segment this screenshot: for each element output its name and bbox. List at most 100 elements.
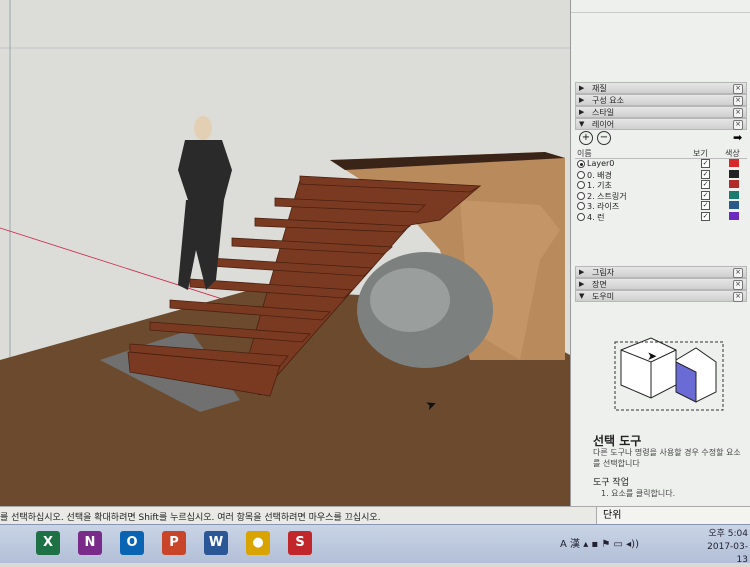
panel-close-icon[interactable]: × — [733, 96, 743, 106]
instructor-ops-title: 도구 작업 — [593, 478, 629, 488]
outlook-icon[interactable]: O — [120, 531, 144, 555]
panel-materials[interactable]: ▶ 재질 × — [575, 82, 747, 94]
word-icon[interactable]: W — [204, 531, 228, 555]
model-viewport[interactable]: ➤ — [0, 0, 570, 506]
layer-row[interactable]: 2. 스트링거 ✓ — [575, 190, 747, 202]
panel-close-icon[interactable]: × — [733, 108, 743, 118]
stair-model-scene — [0, 0, 570, 506]
svg-text:➤: ➤ — [647, 349, 657, 363]
clock[interactable]: 오후 5:04 2017-03-13 — [700, 528, 748, 567]
layer-row[interactable]: 4. 런 ✓ — [575, 211, 747, 223]
col-color[interactable]: 색상 — [725, 148, 740, 159]
app-glyph: O — [126, 535, 138, 550]
layer-color-swatch[interactable] — [729, 180, 739, 188]
layer-row[interactable]: 1. 기초 ✓ — [575, 180, 747, 191]
system-tray: A 漢 ▴ ▪ ⚑ ▭ ◂)) — [560, 535, 639, 550]
panel-shadows[interactable]: ▶ 그림자 × — [575, 266, 747, 278]
layer-row[interactable]: 0. 배경 ✓ — [575, 169, 747, 181]
layer-visible-checkbox[interactable]: ✓ — [701, 180, 710, 189]
app-glyph: X — [42, 535, 54, 550]
layer-visible-checkbox[interactable]: ✓ — [701, 211, 710, 221]
collapse-triangle-icon: ▶ — [579, 96, 585, 104]
panel-label: 스타일 — [592, 108, 615, 117]
status-text: 를 선택하십시오. 선택을 확대하려면 Shift를 누르십시오. 여러 항목을… — [0, 513, 381, 523]
col-name[interactable]: 이름 — [577, 148, 592, 159]
instructor-description: 다른 도구나 명령을 사용할 경우 수정할 요소를 선택합니다 — [593, 448, 741, 468]
collapse-triangle-icon: ▶ — [579, 268, 585, 276]
panel-scenes[interactable]: ▶ 장면 × — [575, 278, 747, 290]
app-glyph: S — [295, 535, 305, 550]
panel-label: 구성 요소 — [592, 96, 624, 105]
layer-name[interactable]: 0. 배경 — [587, 170, 612, 181]
active-layer-radio[interactable] — [577, 191, 585, 200]
layer-name[interactable]: Layer0 — [587, 159, 614, 168]
active-layer-radio[interactable] — [577, 181, 585, 189]
layer-name[interactable]: 1. 기초 — [587, 180, 612, 191]
layers-toolbar: + − ➡ — [577, 131, 747, 145]
add-layer-icon[interactable]: + — [579, 131, 593, 145]
chrome-icon[interactable]: ● — [246, 531, 270, 555]
collapse-triangle-icon: ▶ — [579, 280, 585, 288]
measurements-box[interactable]: 단위 — [596, 507, 750, 525]
active-layer-radio[interactable] — [577, 160, 585, 168]
clock-time: 오후 5:04 — [708, 529, 748, 539]
taskbar: X N O P W ● S A 漢 ▴ ▪ ⚑ ▭ ◂)) 오후 5:04 2017-03-… — [0, 524, 750, 565]
excel-icon[interactable]: X — [36, 531, 60, 555]
panel-layers[interactable]: ▼ 레이어 × — [575, 118, 747, 130]
active-layer-radio[interactable] — [577, 170, 585, 179]
layer-row[interactable]: Layer0 ✓ — [575, 159, 747, 170]
panel-close-icon[interactable]: × — [733, 120, 743, 130]
collapse-triangle-icon: ▶ — [579, 84, 585, 92]
panel-close-icon[interactable]: × — [733, 292, 743, 302]
tray-header — [571, 0, 750, 13]
panel-close-icon[interactable]: × — [733, 84, 743, 94]
layer-color-swatch[interactable] — [729, 211, 739, 220]
layer-visible-checkbox[interactable]: ✓ — [701, 190, 710, 200]
layer-name[interactable]: 2. 스트링거 — [587, 191, 627, 202]
expand-triangle-icon: ▼ — [579, 120, 585, 128]
panel-label: 레이어 — [592, 120, 615, 129]
onenote-icon[interactable]: N — [78, 531, 102, 555]
layers-header: 이름 보기 색상 — [575, 148, 747, 159]
app-glyph: W — [208, 535, 224, 550]
col-visible[interactable]: 보기 — [693, 148, 708, 159]
layer-visible-checkbox[interactable]: ✓ — [701, 201, 710, 210]
app-glyph: P — [169, 535, 179, 550]
panel-label: 재질 — [592, 84, 607, 93]
layers-list: Layer0 ✓ 0. 배경 ✓ 1. 기초 ✓ 2. 스트링거 ✓ 3. 라이즈 ✓ 4. 런 ✓ — [575, 159, 747, 222]
panel-label: 그림자 — [592, 268, 615, 277]
layer-color-swatch[interactable] — [729, 159, 739, 167]
panel-label: 도우미 — [592, 292, 615, 301]
layer-color-swatch[interactable] — [729, 190, 739, 199]
layer-name[interactable]: 3. 라이즈 — [587, 201, 619, 212]
panel-close-icon[interactable]: × — [733, 268, 743, 278]
expand-triangle-icon: ▼ — [579, 292, 585, 300]
layer-visible-checkbox[interactable]: ✓ — [701, 169, 710, 179]
app-glyph: ● — [252, 535, 264, 550]
ime-indicator[interactable]: A 漢 — [560, 539, 580, 550]
sketchup-icon[interactable]: S — [288, 531, 312, 555]
active-layer-radio[interactable] — [577, 202, 585, 210]
panel-label: 장면 — [592, 280, 607, 289]
app-glyph: N — [84, 535, 96, 550]
panel-close-icon[interactable]: × — [733, 280, 743, 290]
panel-instructor[interactable]: ▼ 도우미 × — [575, 290, 747, 302]
clock-date: 2017-03-13 — [707, 542, 748, 565]
status-bar: 를 선택하십시오. 선택을 확대하려면 Shift를 누르십시오. 여러 항목을… — [0, 506, 750, 525]
layer-details-icon[interactable]: ➡ — [733, 131, 742, 144]
instructor-step: 1. 요소를 클릭합니다. — [601, 489, 676, 498]
layer-visible-checkbox[interactable]: ✓ — [701, 159, 710, 168]
layer-name[interactable]: 4. 런 — [587, 212, 605, 223]
default-tray: ▶ 재질 × ▶ 구성 요소 × ▶ 스타일 × ▼ 레이어 × + − ➡ 이… — [570, 0, 750, 506]
powerpoint-icon[interactable]: P — [162, 531, 186, 555]
notification-icons[interactable]: ▴ ▪ ⚑ ▭ ◂)) — [583, 539, 639, 550]
layer-color-swatch[interactable] — [729, 169, 739, 178]
active-layer-radio[interactable] — [577, 212, 585, 221]
select-tool-illustration: ➤ — [614, 337, 724, 411]
layer-color-swatch[interactable] — [729, 201, 739, 209]
layer-row[interactable]: 3. 라이즈 ✓ — [575, 201, 747, 212]
collapse-triangle-icon: ▶ — [579, 108, 585, 116]
panel-styles[interactable]: ▶ 스타일 × — [575, 106, 747, 118]
delete-layer-icon[interactable]: − — [597, 131, 611, 145]
panel-components[interactable]: ▶ 구성 요소 × — [575, 94, 747, 106]
